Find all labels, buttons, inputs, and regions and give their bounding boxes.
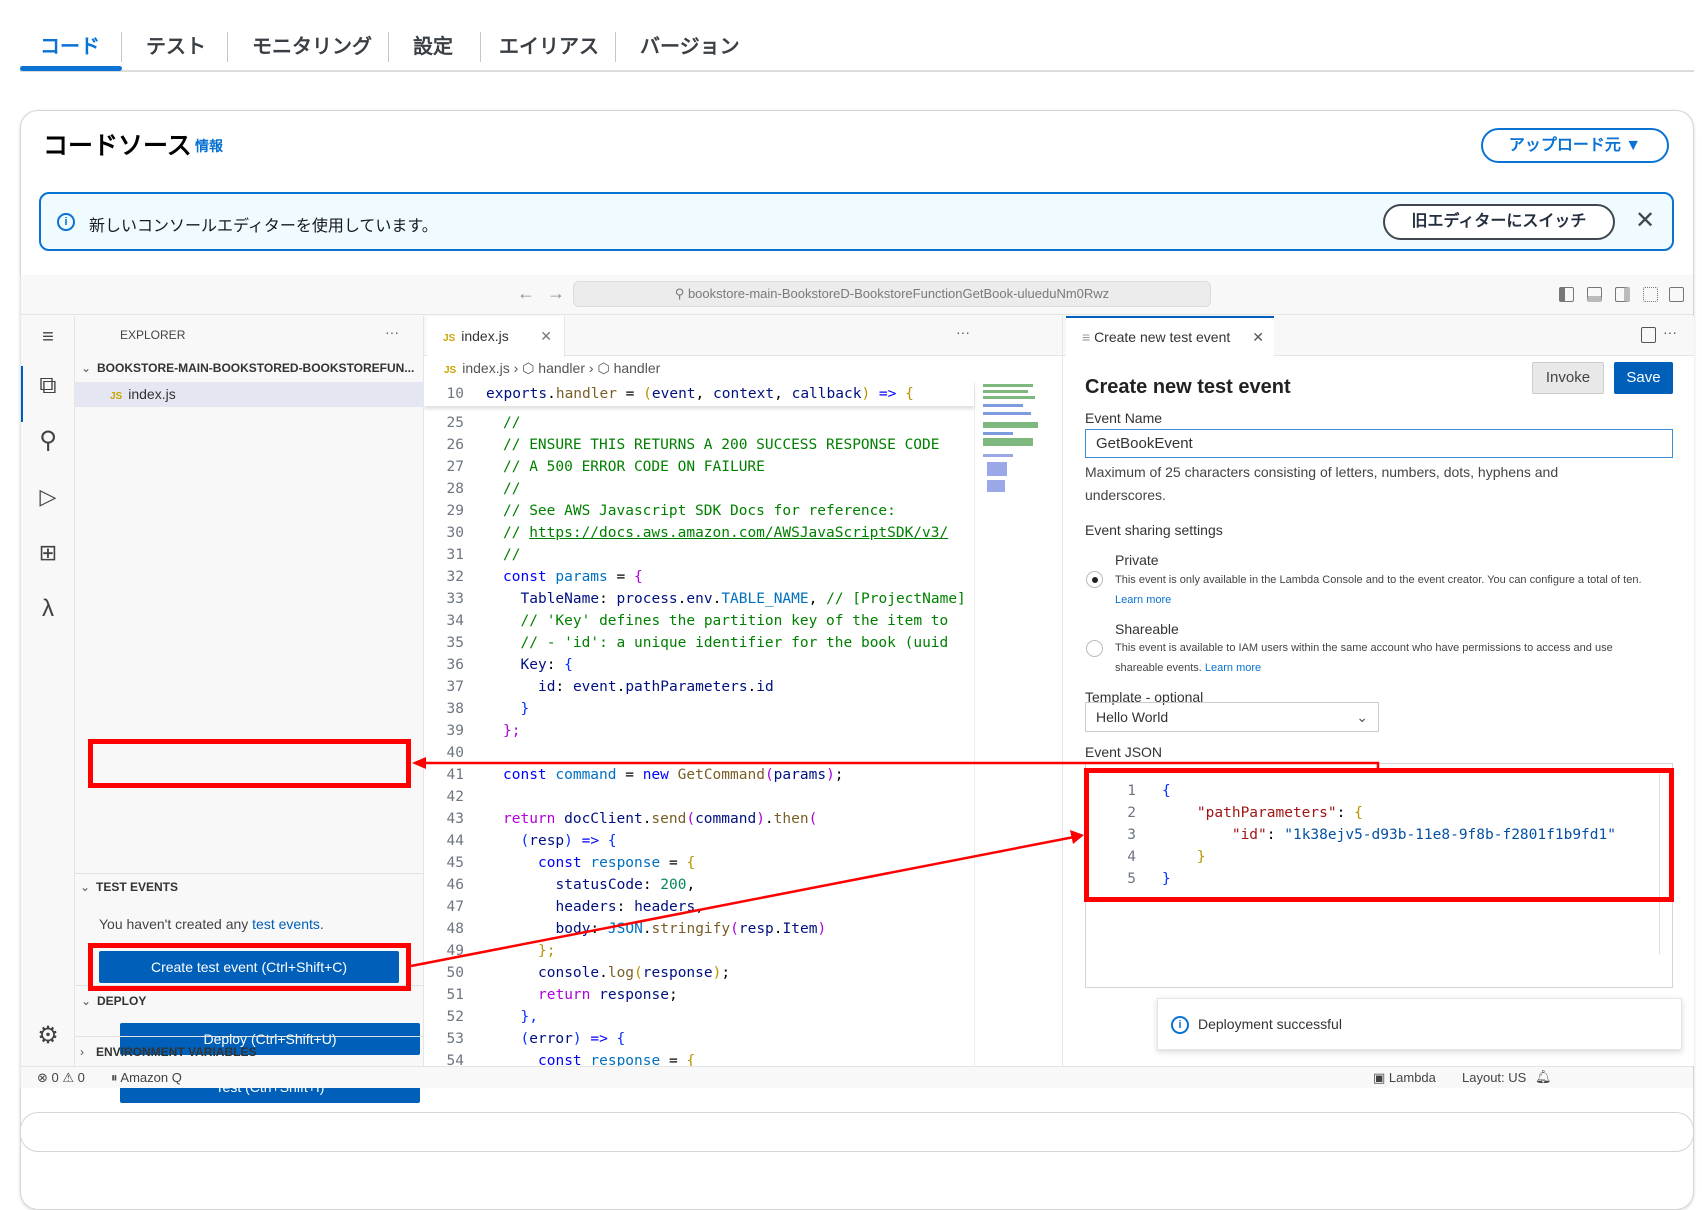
sticky-scroll-line[interactable]: 10 exports.handler = (event, context, cal…: [424, 382, 974, 406]
code-token: callback: [791, 386, 862, 402]
code-token: =: [616, 386, 644, 402]
line-number: 10: [446, 386, 464, 402]
code-token: ,: [695, 386, 714, 402]
arrowhead-icon: [412, 757, 426, 769]
code-token: .: [547, 386, 556, 402]
line-text: exports.handler = (event, context, callb…: [486, 383, 914, 405]
next-card: [20, 1112, 1694, 1152]
code-token: event: [651, 386, 696, 402]
code-token: handler: [555, 386, 617, 402]
arrow-to-json: [410, 835, 1075, 968]
code-token: ,: [774, 386, 792, 402]
code-token: ): [861, 386, 871, 402]
arrow-to-deploy: [422, 761, 1380, 768]
code-token: =>: [870, 386, 906, 402]
arrowhead-icon: [1070, 830, 1084, 844]
code-token: (: [643, 386, 652, 402]
code-token: exports: [486, 386, 548, 402]
annotation-arrows: [410, 757, 1380, 968]
code-line[interactable]: 10 exports.handler = (event, context, cal…: [424, 383, 974, 405]
code-token: {: [905, 386, 914, 402]
code-token: context: [713, 386, 775, 402]
